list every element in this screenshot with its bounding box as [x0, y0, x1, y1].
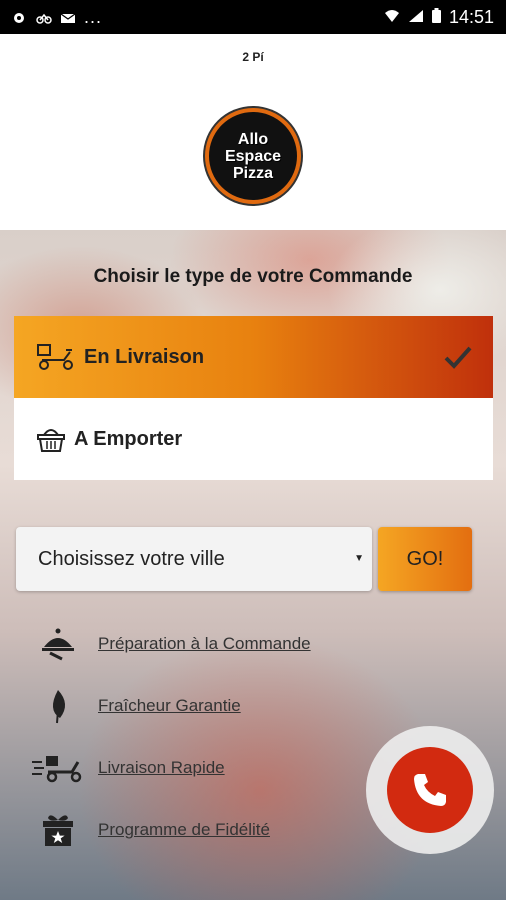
more-notifications: ... [84, 6, 103, 27]
option-delivery[interactable]: En Livraison [14, 316, 493, 398]
fast-scooter-icon [32, 756, 82, 783]
gift-icon [43, 815, 73, 846]
option-takeaway[interactable]: A Emporter [14, 398, 493, 480]
wifi-icon [384, 7, 400, 28]
delivery-scooter-icon [37, 344, 73, 370]
feature-loyalty[interactable]: Programme de Fidélité [30, 810, 370, 850]
feature-label: Programme de Fidélité [98, 820, 270, 839]
option-takeaway-label: A Emporter [74, 427, 183, 450]
status-bar: ... 14:51 [0, 0, 506, 34]
pizza-background: Choisir le type de votre Commande En Liv… [0, 230, 506, 900]
checkmark-icon [444, 346, 472, 369]
feature-label: Préparation à la Commande [98, 634, 311, 653]
feature-label: Fraîcheur Garantie [98, 696, 241, 715]
feature-preparation[interactable]: Préparation à la Commande [30, 624, 370, 664]
city-select[interactable]: Choisissez votre ville ▼ [16, 527, 372, 591]
header-subtitle: 2 Pí [242, 50, 264, 64]
call-button-circle [387, 747, 473, 833]
feature-fast-delivery[interactable]: Livraison Rapide [30, 748, 370, 788]
notification-bike-icon [36, 11, 52, 24]
dropdown-caret-icon: ▼ [354, 553, 364, 564]
city-select-label: Choisissez votre ville [38, 547, 225, 570]
brand-logo: Allo Espace Pizza [205, 108, 301, 204]
feature-label: Livraison Rapide [98, 758, 225, 777]
basket-icon [37, 429, 65, 452]
order-type-title: Choisir le type de votre Commande [93, 266, 413, 287]
cloche-icon [42, 628, 74, 661]
logo-line: Allo [237, 130, 269, 148]
notification-app-icon [12, 11, 26, 23]
logo-line: Pizza [232, 164, 273, 182]
feature-freshness[interactable]: Fraîcheur Garantie [30, 686, 370, 726]
battery-icon [431, 7, 441, 28]
app-header: 2 Pí Allo Espace Pizza [0, 34, 506, 230]
signal-icon [408, 7, 424, 28]
go-button[interactable]: GO! [378, 527, 472, 591]
notification-mail-icon [60, 11, 76, 23]
option-delivery-label: En Livraison [84, 345, 205, 368]
logo-line: Espace [224, 147, 282, 165]
phone-icon [414, 774, 446, 806]
clock: 14:51 [448, 6, 494, 27]
leaf-icon [52, 690, 66, 724]
call-button[interactable] [366, 726, 494, 854]
